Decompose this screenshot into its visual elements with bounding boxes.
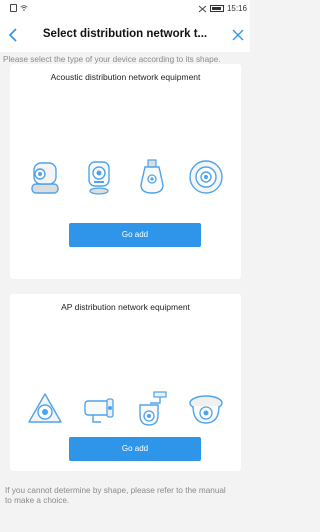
bullet-camera-icon[interactable]	[79, 389, 119, 429]
device-row	[10, 389, 241, 429]
section-title: AP distribution network equipment	[61, 302, 190, 312]
round-camera-icon[interactable]	[186, 157, 226, 197]
go-add-button-acoustic[interactable]: Go add	[69, 223, 201, 247]
status-left	[10, 4, 28, 12]
wifi-icon	[20, 5, 28, 11]
cube-camera-icon[interactable]	[79, 157, 119, 197]
bulb-camera-icon[interactable]	[132, 157, 172, 197]
status-time: 15:16	[226, 4, 247, 13]
device-row	[10, 157, 241, 197]
fisheye-camera-icon[interactable]	[25, 389, 65, 429]
ptz-dome-camera-icon[interactable]	[132, 389, 172, 429]
status-right: 15:16	[198, 4, 247, 13]
sim-icon	[10, 4, 17, 12]
section-title: Acoustic distribution network equipment	[50, 72, 201, 82]
status-bar: 15:16	[0, 0, 250, 18]
acoustic-section: Acoustic distribution network equipment	[10, 64, 241, 279]
back-icon[interactable]	[6, 27, 22, 43]
battery-icon	[209, 5, 224, 12]
bottom-hint-line: to make a choice.	[5, 496, 70, 505]
dome-camera-icon[interactable]	[186, 389, 226, 429]
go-add-button-ap[interactable]: Go add	[69, 437, 201, 461]
close-icon[interactable]	[231, 28, 245, 42]
bottom-hint: If you cannot determine by shape, please…	[5, 486, 255, 506]
ap-section: AP distribution network equipment Go add	[10, 294, 241, 471]
hint-text: Please select the type of your device ac…	[3, 55, 221, 64]
no-signal-icon	[198, 5, 207, 12]
bottom-hint-line: If you cannot determine by shape, please…	[5, 486, 226, 495]
nav-bar: Select distribution network t...	[0, 18, 250, 52]
page-title: Select distribution network t...	[42, 28, 208, 40]
pan-tilt-camera-icon[interactable]	[25, 157, 65, 197]
